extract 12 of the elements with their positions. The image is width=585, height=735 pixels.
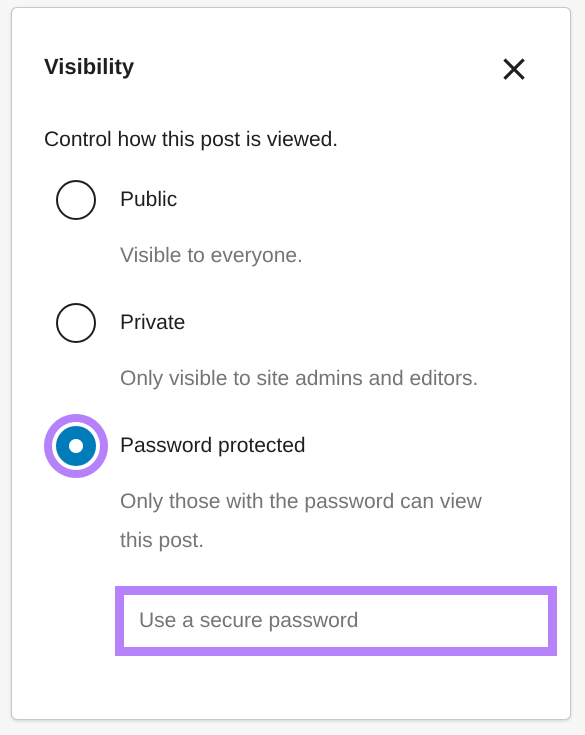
password-field[interactable]: Use a secure password [115, 586, 557, 656]
close-button[interactable]: × [494, 50, 534, 86]
option-help-text: Only those with the password can view this post. [120, 489, 483, 554]
option-label[interactable]: Public [120, 180, 526, 232]
option-help-text: Only visible to site admins and editors. [120, 366, 480, 392]
option-help-text: Visible to everyone. [120, 243, 304, 269]
option-label[interactable]: Password protected [120, 426, 526, 478]
radio-button[interactable] [56, 180, 96, 220]
description-text: Control how this post is viewed. [44, 128, 340, 152]
popover-title: Visibility [44, 54, 134, 80]
option-label[interactable]: Private [120, 303, 526, 355]
radio-button[interactable] [56, 303, 96, 343]
